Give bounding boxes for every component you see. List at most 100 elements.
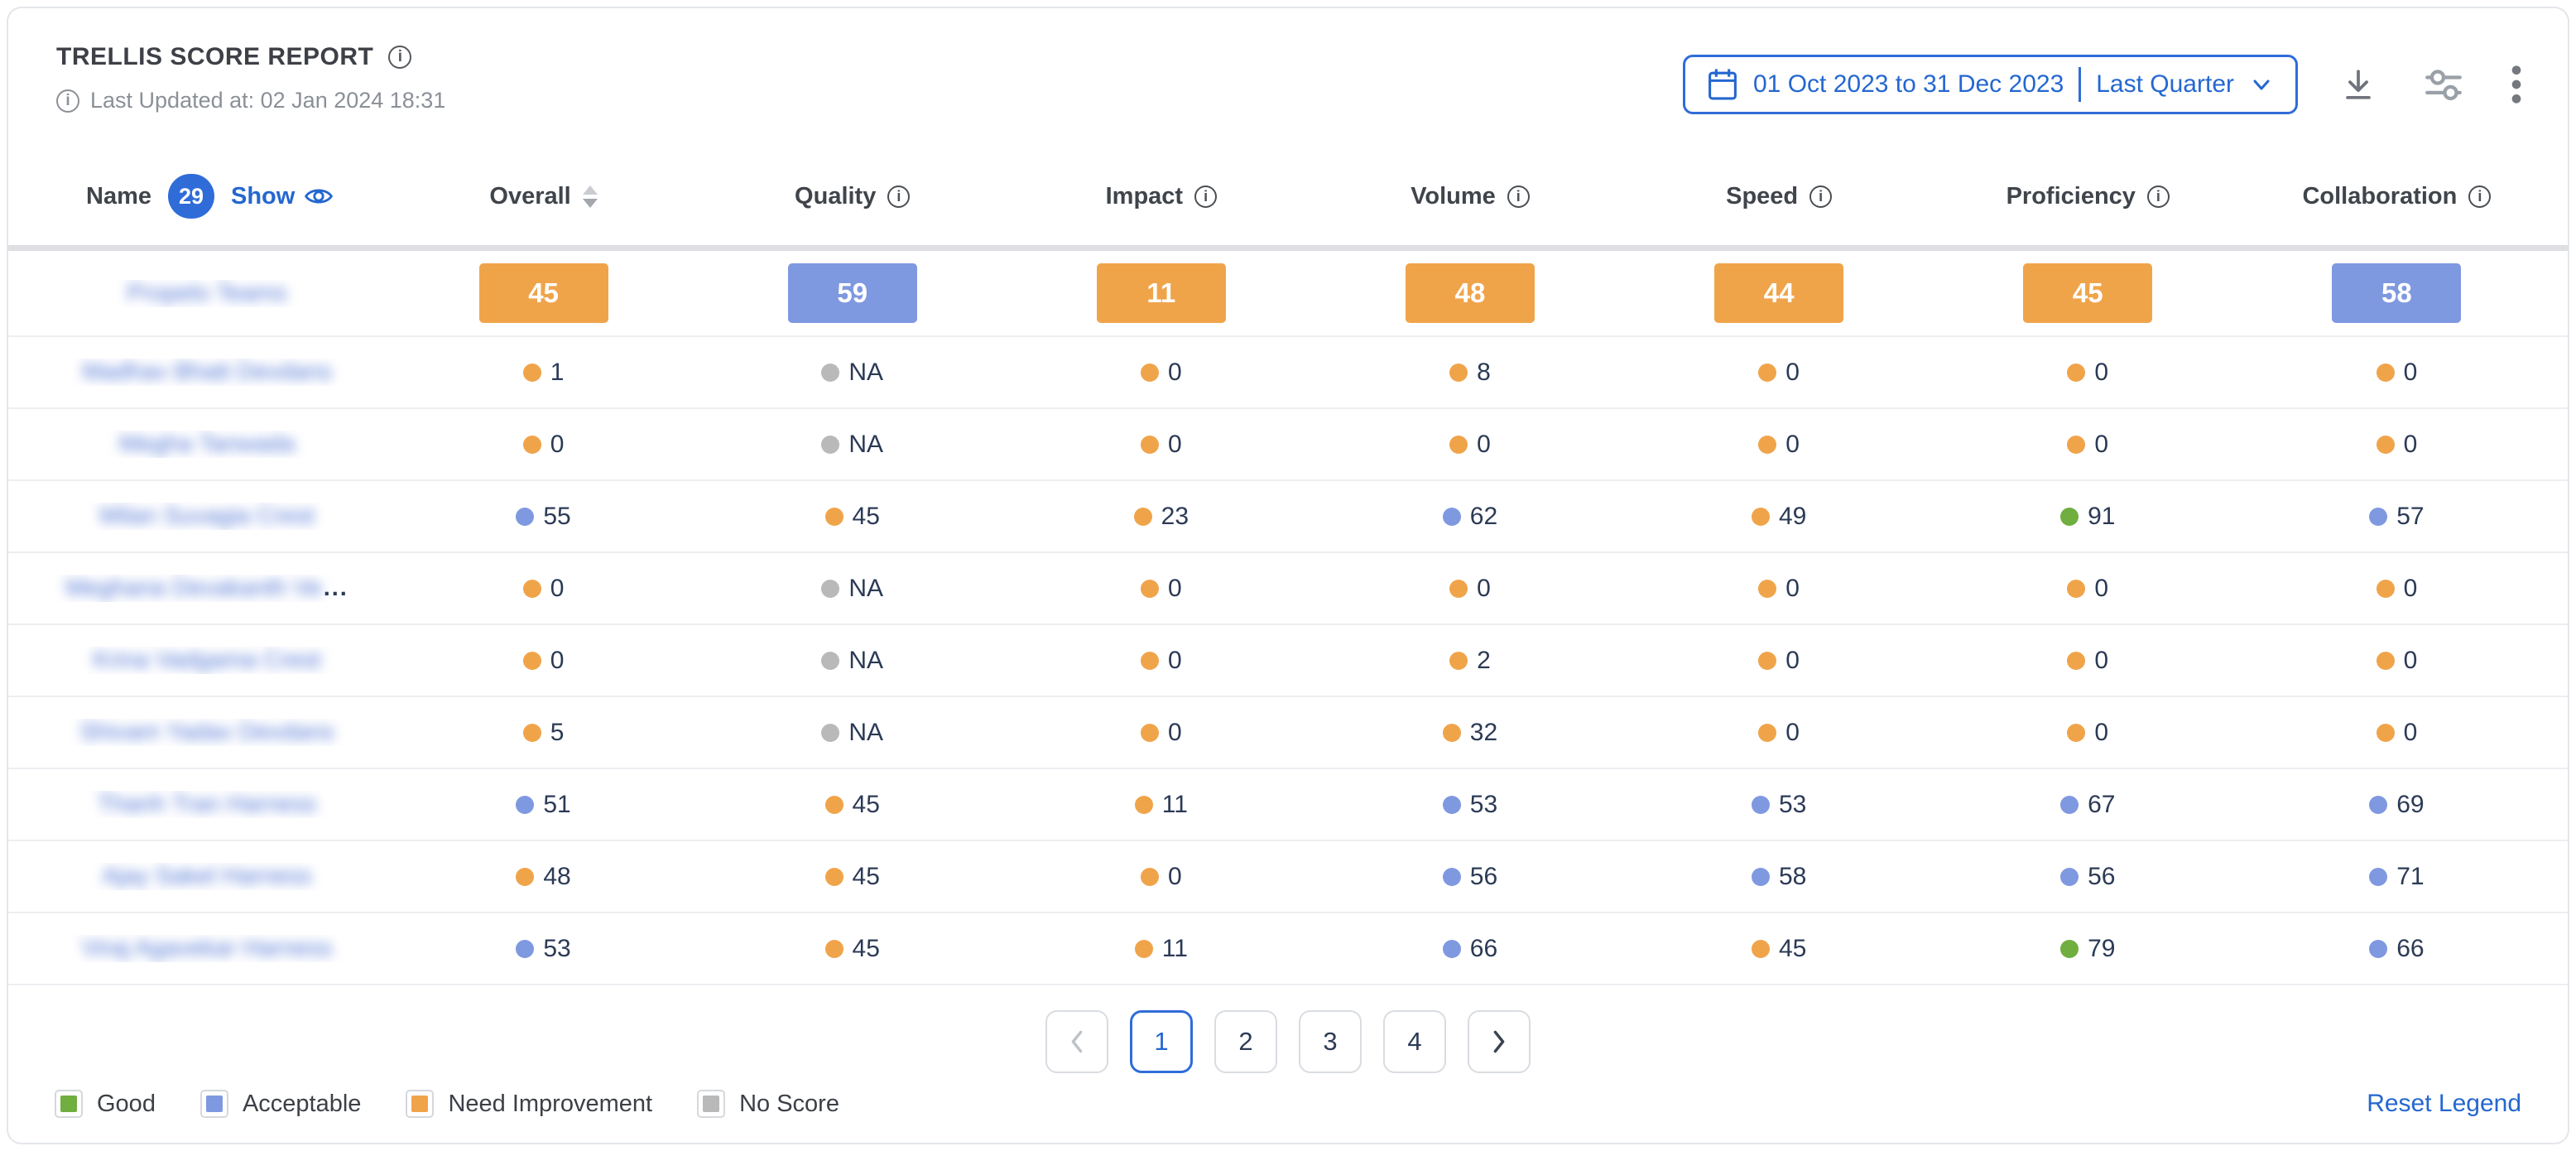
prev-page-button[interactable] [1045,1010,1108,1073]
score-value: 0 [2094,575,2108,603]
score-value: 79 [2088,935,2115,963]
row-name-link[interactable]: Milan Suvagia Crest [25,503,389,530]
legend-item-need_improvement[interactable]: Need Improvement [406,1090,652,1118]
score-value: 0 [2404,575,2418,603]
score-value: 0 [1168,431,1182,459]
score-level-dot [1752,868,1770,886]
team-score-cell: 11 [1007,263,1315,323]
download-button[interactable] [2334,60,2382,108]
score-value: 45 [853,791,880,819]
column-header-overall[interactable]: Overall [389,183,698,210]
row-name-link[interactable]: Thanh Tran Harness [25,791,389,818]
row-name-link[interactable]: Propelo Teams [25,280,389,307]
score-level-dot [2067,724,2085,742]
trellis-report-panel: TRELLIS SCORE REPORT Last Updated at: 02… [7,7,2569,1144]
score-value: 53 [1779,791,1806,819]
score-level-dot [1758,652,1776,670]
score-level-dot [516,940,534,958]
team-score-badge: 59 [788,263,917,323]
column-info-icon[interactable] [2147,185,2170,208]
score-level-dot [1141,364,1159,382]
score-value: NA [848,575,883,603]
score-value: 0 [2404,431,2418,459]
column-info-icon[interactable] [1507,185,1530,208]
legend-item-good[interactable]: Good [55,1090,156,1118]
score-level-dot [825,508,843,526]
score-cell: 0 [1007,431,1315,459]
team-score-cell: 59 [698,263,1007,323]
page-button-4[interactable]: 4 [1383,1010,1446,1073]
chevron-right-icon [1488,1029,1510,1054]
table-row: Ajay Sakel Harness4845056585671 [8,841,2568,913]
row-name-link[interactable]: Megha Tanwada [25,431,389,458]
score-value: 8 [1477,359,1491,387]
row-name-link[interactable]: Meghana Devakanth Ve... [25,575,389,602]
row-name-link[interactable]: Krina Vadgama Crest [25,647,389,674]
show-label: Show [231,183,295,210]
score-cell: 0 [1625,575,1934,603]
show-names-toggle[interactable]: Show [231,183,334,210]
reset-legend-link[interactable]: Reset Legend [2367,1090,2521,1118]
score-value: 55 [543,503,570,531]
score-value: 45 [853,935,880,963]
score-cell: 2 [1315,647,1624,675]
score-level-dot [1449,364,1468,382]
table-row: Madhav Bhatt Devdans1NA08000 [8,337,2568,409]
next-page-button[interactable] [1468,1010,1531,1073]
column-info-icon[interactable] [1194,185,1217,208]
score-level-dot [523,436,541,454]
score-value: 0 [1785,359,1800,387]
score-value: 0 [2404,647,2418,675]
legend-item-no_score[interactable]: No Score [697,1090,839,1118]
score-value: NA [848,719,883,747]
score-value: 66 [2396,935,2424,963]
column-header-label: Collaboration [2302,183,2457,210]
page-title: TRELLIS SCORE REPORT [56,43,373,71]
score-cell: 67 [1934,791,2242,819]
table-row: Megha Tanwada0NA00000 [8,409,2568,481]
eye-icon [304,185,334,207]
score-level-dot [2369,868,2387,886]
score-cell: 71 [2242,863,2551,891]
score-level-dot [1135,940,1153,958]
row-name-link[interactable]: Viraj Agavekar Harness [25,935,389,962]
row-name-link[interactable]: Shivam Yadav Devdans [25,719,389,746]
score-cell: NA [698,719,1007,747]
score-level-dot [2377,364,2395,382]
score-value: 58 [1779,863,1806,891]
date-range-button[interactable]: 01 Oct 2023 to 31 Dec 2023 Last Quarter [1683,55,2298,114]
settings-button[interactable] [2419,60,2468,108]
score-level-dot [1758,436,1776,454]
title-info-icon[interactable] [388,46,411,69]
legend-item-acceptable[interactable]: Acceptable [200,1090,362,1118]
more-options-button[interactable] [2505,60,2528,109]
score-level-dot [821,580,839,598]
column-header-label: Quality [795,183,876,210]
score-level-dot [1141,724,1159,742]
table-body: Propelo Teams45591148444558Madhav Bhatt … [8,251,2568,985]
last-updated-info-icon [56,89,79,113]
column-info-icon[interactable] [2468,185,2491,208]
score-cell: 11 [1007,935,1315,963]
footer: Good Acceptable Need Improvement No Score R… [8,1090,2568,1143]
page-button-1[interactable]: 1 [1130,1010,1193,1073]
score-cell: 0 [389,575,698,603]
score-cell: 0 [1007,719,1315,747]
row-name-link[interactable]: Madhav Bhatt Devdans [25,359,389,386]
row-name-text: Megha Tanwada [119,431,295,458]
team-score-badge: 44 [1714,263,1843,323]
row-name-link[interactable]: Ajay Sakel Harness [25,863,389,890]
toolbar-actions: 01 Oct 2023 to 31 Dec 2023 Last Quarter [1683,43,2528,114]
team-score-cell: 45 [389,263,698,323]
column-info-icon[interactable] [887,185,910,208]
score-cell: 0 [1007,359,1315,387]
sort-icon[interactable] [583,185,598,208]
score-value: 45 [1779,935,1806,963]
score-value: 0 [2094,647,2108,675]
score-cell: 0 [1625,719,1934,747]
column-info-icon[interactable] [1809,185,1832,208]
page-button-3[interactable]: 3 [1299,1010,1362,1073]
score-level-dot [2369,940,2387,958]
score-level-dot [1141,868,1159,886]
page-button-2[interactable]: 2 [1214,1010,1277,1073]
